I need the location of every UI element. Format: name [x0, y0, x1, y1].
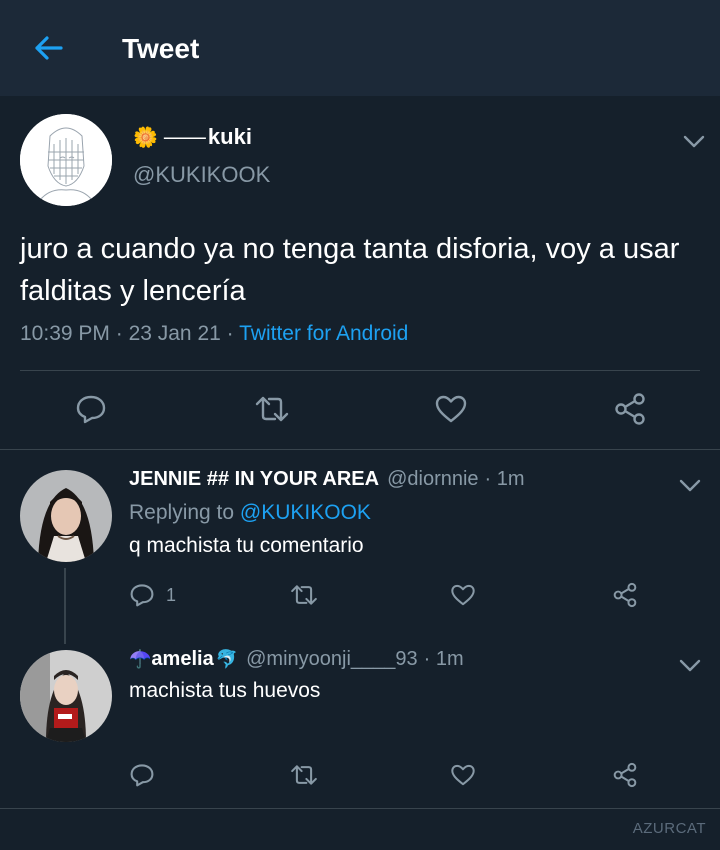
top-bar: Tweet [0, 0, 720, 96]
like-icon [451, 764, 475, 786]
reply-icon [76, 395, 106, 424]
watermark: AZURCAT [632, 820, 706, 837]
retweet-button[interactable] [288, 762, 320, 788]
replying-to: Replying to @KUKIKOOK [129, 501, 371, 525]
display-name[interactable]: amelia [151, 648, 213, 671]
retweet-button[interactable] [252, 392, 292, 426]
flower-emoji: 🌼 [133, 126, 158, 149]
like-button[interactable] [432, 392, 470, 426]
meta-separator: · [109, 322, 129, 345]
reply-button[interactable] [128, 582, 156, 608]
chevron-down-icon[interactable] [682, 131, 706, 151]
divider [0, 808, 720, 809]
divider [0, 449, 720, 450]
arrow-left-icon [35, 36, 63, 60]
reply-header: JENNIE ## IN YOUR AREA @diornnie · 1m [129, 468, 525, 491]
reply-text: machista tus huevos [129, 679, 321, 702]
divider [20, 370, 700, 371]
share-icon [613, 582, 637, 608]
share-button[interactable] [610, 760, 640, 790]
reply-icon [130, 764, 154, 787]
back-button[interactable] [28, 30, 68, 66]
umbrella-emoji: ☂️ [129, 649, 152, 669]
share-button[interactable] [610, 580, 640, 610]
like-button[interactable] [449, 762, 477, 788]
reply-icon [130, 584, 154, 607]
reply-time: · 1m [423, 648, 464, 670]
name-dash: —— [163, 124, 206, 149]
retweet-icon [255, 396, 289, 422]
retweet-button[interactable] [288, 582, 320, 608]
reply-header: ☂️ amelia 🐬 @minyoonji____93 · 1m [129, 648, 464, 671]
reply-count: 1 [166, 585, 177, 605]
reply-button[interactable] [72, 392, 110, 426]
display-name[interactable]: JENNIE ## IN YOUR AREA [129, 468, 379, 491]
display-name[interactable]: 🌼 —— kuki [133, 124, 252, 150]
avatar-photo-image [20, 650, 112, 742]
avatar[interactable] [20, 470, 112, 562]
reply-text: q machista tu comentario [129, 534, 364, 557]
name-text: kuki [207, 124, 252, 149]
tweet-text: juro a cuando ya no tenga tanta disforia… [20, 233, 680, 307]
tweet-date: 23 Jan 21 [128, 322, 221, 345]
chevron-down-icon[interactable] [678, 475, 702, 495]
reply-button[interactable] [128, 762, 156, 788]
like-icon [451, 584, 475, 606]
reply-time: · 1m [484, 468, 525, 490]
avatar[interactable] [20, 114, 112, 206]
user-handle[interactable]: @KUKIKOOK [133, 162, 270, 188]
user-handle[interactable]: @diornnie [387, 468, 478, 491]
dolphin-emoji: 🐬 [215, 649, 239, 669]
user-handle[interactable]: @minyoonji____93 [246, 648, 418, 671]
thread-line [64, 568, 66, 644]
avatar-photo-image [20, 470, 112, 562]
share-icon [613, 762, 637, 788]
tweet-source-link[interactable]: Twitter for Android [239, 322, 408, 345]
meta-separator: · [220, 322, 240, 345]
avatar[interactable] [20, 650, 112, 742]
tweet-meta: 10:39 PM · 23 Jan 21 · Twitter for Andro… [20, 322, 408, 346]
share-icon [615, 393, 645, 425]
like-button[interactable] [449, 582, 477, 608]
like-icon [435, 395, 467, 423]
retweet-icon [291, 585, 317, 605]
avatar-sketch-image [20, 114, 112, 206]
chevron-down-icon[interactable] [678, 655, 702, 675]
retweet-icon [291, 765, 317, 785]
tweet-time: 10:39 PM [20, 322, 110, 345]
page-title: Tweet [122, 33, 200, 64]
replying-to-link[interactable]: @KUKIKOOK [240, 501, 371, 524]
replying-label: Replying to [129, 501, 235, 524]
share-button[interactable] [610, 390, 650, 428]
